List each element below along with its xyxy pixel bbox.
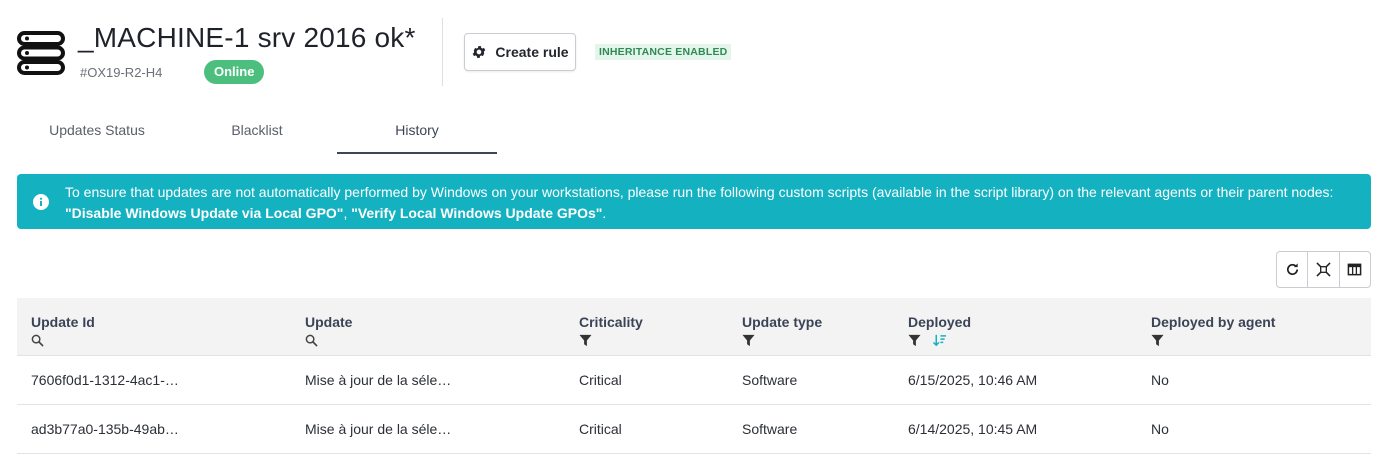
cell-update-id: ad3b77a0-135b-49ab…: [31, 421, 179, 437]
refresh-icon: [1286, 263, 1298, 275]
alert-message: To ensure that updates are not automatic…: [65, 184, 1334, 200]
gear-icon: [473, 46, 486, 58]
page-header: _MACHINE-1 srv 2016 ok* #OX19-R2-H4 Onli…: [0, 0, 1386, 100]
column-tools-deployed-by-agent: [1151, 334, 1164, 347]
machine-id: #OX19-R2-H4: [80, 65, 163, 80]
column-tools-update-type: [742, 334, 755, 347]
filter-icon[interactable]: [579, 334, 592, 347]
header-divider: [442, 18, 443, 86]
column-tools-deployed: [908, 334, 946, 347]
cell-update-id: 7606f0d1-1312-4ac1-…: [31, 372, 179, 388]
filter-icon[interactable]: [1151, 334, 1164, 347]
alert-script-2: "Verify Local Windows Update GPOs": [351, 205, 603, 221]
tab-history[interactable]: History: [337, 112, 497, 154]
tab-blacklist[interactable]: Blacklist: [177, 112, 337, 154]
cell-deployed: 6/15/2025, 10:46 AM: [908, 372, 1038, 388]
cell-deployed-by-agent: No: [1151, 421, 1169, 437]
cell-update-type: Software: [742, 372, 798, 388]
alert-end: .: [602, 205, 607, 221]
create-rule-label: Create rule: [495, 44, 569, 60]
refresh-button[interactable]: [1277, 252, 1309, 287]
search-icon[interactable]: [31, 334, 44, 347]
table-header: Update Id Update Criticality Update type…: [17, 298, 1371, 356]
cell-deployed-by-agent: No: [1151, 372, 1169, 388]
status-badge: Online: [204, 60, 265, 84]
cell-criticality: Critical: [579, 421, 622, 437]
column-header-deployed-by-agent[interactable]: Deployed by agent: [1151, 314, 1275, 330]
filter-icon[interactable]: [908, 334, 921, 347]
history-table: Update Id Update Criticality Update type…: [17, 298, 1371, 454]
create-rule-button[interactable]: Create rule: [464, 33, 576, 71]
filter-icon[interactable]: [742, 334, 755, 347]
search-icon[interactable]: [305, 334, 318, 347]
info-icon: [33, 194, 49, 210]
cell-update: Mise à jour de la séle…: [305, 421, 452, 437]
fit-columns-button[interactable]: [1308, 252, 1340, 287]
cell-update-type: Software: [742, 421, 798, 437]
tab-updates-status[interactable]: Updates Status: [17, 112, 177, 154]
cell-update: Mise à jour de la séle…: [305, 372, 452, 388]
column-header-deployed[interactable]: Deployed: [908, 314, 971, 330]
column-header-criticality[interactable]: Criticality: [579, 314, 643, 330]
info-alert: To ensure that updates are not automatic…: [17, 174, 1371, 229]
sort-desc-icon[interactable]: [933, 334, 946, 347]
fit-columns-icon: [1316, 262, 1331, 277]
cell-criticality: Critical: [579, 372, 622, 388]
cell-deployed: 6/14/2025, 10:45 AM: [908, 421, 1038, 437]
alert-script-1: "Disable Windows Update via Local GPO": [65, 205, 344, 221]
column-header-update-type[interactable]: Update type: [742, 314, 822, 330]
column-tools-update-id: [31, 334, 44, 347]
table-row[interactable]: ad3b77a0-135b-49ab… Mise à jour de la sé…: [17, 405, 1371, 454]
inheritance-badge: INHERITANCE ENABLED: [595, 44, 732, 60]
column-tools-criticality: [579, 334, 592, 347]
columns-icon: [1347, 263, 1362, 276]
column-header-update[interactable]: Update: [305, 314, 352, 330]
page-title: _MACHINE-1 srv 2016 ok*: [78, 22, 416, 53]
table-toolbar: [1276, 251, 1371, 288]
column-tools-update: [305, 334, 318, 347]
columns-button[interactable]: [1340, 252, 1370, 287]
table-row[interactable]: 7606f0d1-1312-4ac1-… Mise à jour de la s…: [17, 356, 1371, 405]
column-header-update-id[interactable]: Update Id: [31, 314, 95, 330]
tab-bar: Updates Status Blacklist History: [17, 112, 497, 154]
alert-scripts: "Disable Windows Update via Local GPO", …: [65, 205, 606, 221]
server-icon: [17, 31, 65, 75]
